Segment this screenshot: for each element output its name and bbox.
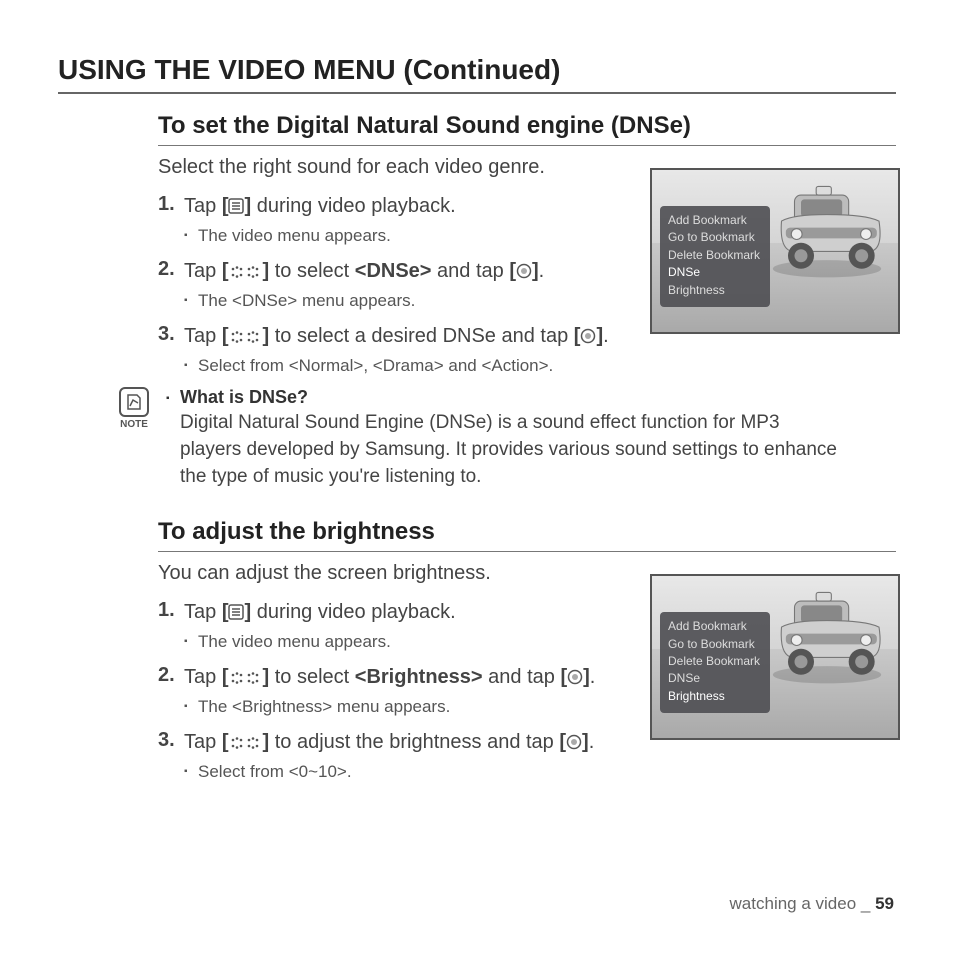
t: Tap (184, 666, 222, 688)
page-footer: watching a video _ 59 (730, 894, 894, 914)
t: to select (269, 666, 355, 688)
note-body: Digital Natural Sound Engine (DNSe) is a… (166, 410, 844, 490)
t: during video playback. (251, 601, 456, 623)
t: <DNSe> (355, 260, 432, 282)
t: The video menu appears. (198, 224, 391, 248)
device-screenshot-brightness: Add Bookmark Go to Bookmark Delete Bookm… (650, 574, 900, 740)
step-number: 1. (158, 599, 184, 626)
updown-icon (228, 330, 262, 344)
updown-icon (228, 265, 262, 279)
t: Select from <Normal>, <Drama> and <Actio… (198, 354, 553, 378)
note-title: What is DNSe? (180, 387, 308, 408)
step: 3. Tap [] to adjust the brightness and t… (158, 729, 638, 756)
step-number: 3. (158, 729, 184, 756)
step-text: Tap [] during video playback. (184, 601, 456, 623)
menu-item: Go to Bookmark (668, 636, 760, 653)
step-number: 3. (158, 323, 184, 350)
step: 1. Tap [] during video playback. (158, 599, 638, 626)
step: 1. Tap [] during video playback. (158, 193, 638, 220)
menu-item-selected: Brightness (668, 688, 760, 705)
ok-icon (516, 263, 532, 279)
menu-item: Go to Bookmark (668, 229, 760, 246)
ok-icon (580, 328, 596, 344)
sub-step: ▪Select from <Normal>, <Drama> and <Acti… (184, 354, 644, 378)
t: and tap (431, 260, 509, 282)
menu-item: Add Bookmark (668, 212, 760, 229)
video-menu-overlay: Add Bookmark Go to Bookmark Delete Bookm… (660, 612, 770, 713)
t: . (589, 731, 595, 753)
ok-icon (567, 669, 583, 685)
menu-item: Delete Bookmark (668, 247, 760, 264)
t: The <Brightness> menu appears. (198, 695, 450, 719)
step-number: 2. (158, 664, 184, 691)
note-block: NOTE ▪What is DNSe? Digital Natural Soun… (114, 387, 844, 490)
t: during video playback. (251, 195, 456, 217)
t: Tap (184, 195, 222, 217)
note-icon (119, 387, 149, 417)
note-label: NOTE (114, 419, 154, 430)
menu-item: Add Bookmark (668, 618, 760, 635)
section-title: To adjust the brightness (158, 518, 896, 552)
menu-item-selected: DNSe (668, 264, 760, 281)
step-number: 1. (158, 193, 184, 220)
menu-icon (228, 198, 244, 214)
menu-icon (228, 604, 244, 620)
step-text: Tap [] during video playback. (184, 195, 456, 217)
page-title: USING THE VIDEO MENU (Continued) (58, 54, 896, 94)
t: The video menu appears. (198, 630, 391, 654)
t: to adjust the brightness and tap (269, 731, 559, 753)
sub-step: ▪The video menu appears. (184, 224, 644, 248)
t: Tap (184, 731, 222, 753)
footer-section: watching a video (730, 894, 857, 913)
t: The <DNSe> menu appears. (198, 289, 415, 313)
sub-step: ▪Select from <0~10>. (184, 760, 644, 784)
t: Select from <0~10>. (198, 760, 352, 784)
menu-item: Brightness (668, 282, 760, 299)
t: Tap (184, 601, 222, 623)
t: . (603, 325, 609, 347)
footer-sep: _ (856, 894, 875, 913)
video-menu-overlay: Add Bookmark Go to Bookmark Delete Bookm… (660, 206, 770, 307)
t: to select (269, 260, 355, 282)
sub-step: ▪The video menu appears. (184, 630, 644, 654)
updown-icon (228, 736, 262, 750)
t: . (590, 666, 596, 688)
t: Tap (184, 325, 222, 347)
updown-icon (228, 671, 262, 685)
step: 3. Tap [] to select a desired DNSe and t… (158, 323, 638, 350)
sub-step: ▪The <Brightness> menu appears. (184, 695, 644, 719)
t: and tap (483, 666, 561, 688)
t: to select a desired DNSe and tap (269, 325, 574, 347)
t: . (539, 260, 545, 282)
car-illustration (762, 183, 892, 283)
step: 2. Tap [] to select <Brightness> and tap… (158, 664, 638, 691)
sub-step: ▪The <DNSe> menu appears. (184, 289, 644, 313)
device-screenshot-dnse: Add Bookmark Go to Bookmark Delete Bookm… (650, 168, 900, 334)
step-text: Tap [] to select <DNSe> and tap []. (184, 260, 544, 282)
menu-item: DNSe (668, 670, 760, 687)
step-text: Tap [] to select <Brightness> and tap []… (184, 666, 595, 688)
step-text: Tap [] to adjust the brightness and tap … (184, 731, 594, 753)
t: Tap (184, 260, 222, 282)
footer-page-number: 59 (875, 894, 894, 913)
step-text: Tap [] to select a desired DNSe and tap … (184, 325, 609, 347)
car-illustration (762, 589, 892, 689)
step: 2. Tap [] to select <DNSe> and tap []. (158, 258, 638, 285)
section-dnse: To set the Digital Natural Sound engine … (158, 112, 896, 490)
ok-icon (566, 734, 582, 750)
section-title: To set the Digital Natural Sound engine … (158, 112, 896, 146)
section-brightness: To adjust the brightness You can adjust … (158, 518, 896, 783)
t: <Brightness> (355, 666, 483, 688)
step-number: 2. (158, 258, 184, 285)
menu-item: Delete Bookmark (668, 653, 760, 670)
